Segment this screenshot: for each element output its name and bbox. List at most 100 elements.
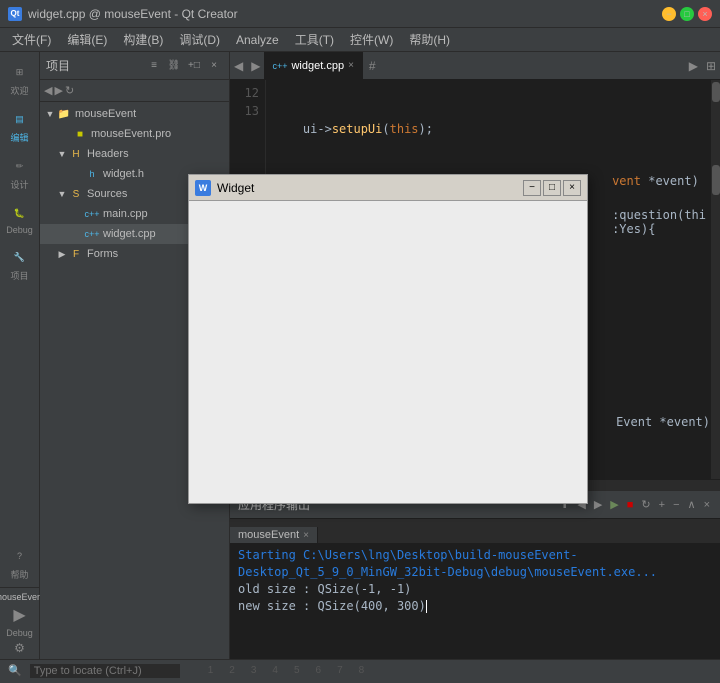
menu-build[interactable]: 构建(B) [115, 29, 171, 50]
menu-debug[interactable]: 调试(D) [171, 29, 228, 50]
menu-analyze[interactable]: Analyze [228, 31, 287, 49]
sidebar-projects[interactable]: 🔧 项目 [2, 241, 38, 288]
sync-btn[interactable]: ↻ [65, 84, 74, 97]
edit-label: 编辑 [10, 131, 28, 144]
widget-close[interactable]: × [563, 180, 581, 196]
menu-tools[interactable]: 工具(T) [287, 29, 342, 50]
pro-icon: ■ [72, 128, 88, 140]
arrow-icon: ▶ [56, 249, 68, 260]
output-text-2: old size : QSize(-1, -1) [238, 582, 411, 596]
code-question-line: :question(thi [612, 208, 706, 222]
col-1: 1 [208, 665, 214, 676]
code-yes-line: :Yes){ [612, 222, 706, 236]
sidebar-design[interactable]: ✏ 设计 [2, 150, 38, 197]
output-stop[interactable]: ■ [625, 499, 636, 511]
tab-nav-right[interactable]: ▶ [247, 52, 264, 79]
output-tab-label: mouseEvent [238, 529, 299, 541]
close-button[interactable]: × [698, 7, 712, 21]
tab-widget-cpp[interactable]: c++ widget.cpp × [264, 52, 362, 79]
tree-item-pro[interactable]: ■ mouseEvent.pro [40, 124, 229, 144]
floating-widget-window: W Widget − □ × [188, 174, 588, 504]
output-btn3[interactable]: ▶ [592, 498, 604, 511]
widget-icon: W [195, 180, 211, 196]
code-event-line1: vent *event) [612, 174, 706, 188]
output-minus[interactable]: − [671, 499, 681, 511]
code-line-12: ui->setupUi(this); [274, 120, 702, 138]
maximize-button[interactable]: □ [680, 7, 694, 21]
projects-label: 项目 [10, 269, 28, 282]
output-tab-close[interactable]: × [303, 530, 309, 541]
widget-maximize[interactable]: □ [543, 180, 561, 196]
output-line-1: Starting C:\Users\lng\Desktop\build-mous… [238, 547, 712, 581]
mouse-event-label: mouseEvent [0, 592, 45, 602]
menu-help[interactable]: 帮助(H) [401, 29, 458, 50]
spacer [612, 188, 706, 208]
status-search-icon: 🔍 [8, 664, 22, 677]
col-8: 8 [359, 665, 365, 676]
design-label: 设计 [10, 178, 28, 191]
sidebar-edit[interactable]: ▤ 编辑 [2, 103, 38, 150]
add-button[interactable]: +□ [185, 57, 203, 75]
project-header: 项目 ≡ ⛓ +□ × [40, 52, 229, 80]
edit-icon: ▤ [10, 109, 30, 129]
minimize-button[interactable]: − [662, 7, 676, 21]
close-tab-button[interactable]: × [348, 60, 354, 71]
tab-menu[interactable]: ▶ [685, 52, 702, 79]
output-play[interactable]: ▶ [608, 498, 620, 511]
folder-icon: F [68, 248, 84, 260]
output-plus[interactable]: + [657, 499, 667, 511]
tab-nav-left[interactable]: ◀ [230, 52, 247, 79]
menu-bar: 文件(F) 编辑(E) 构建(B) 调试(D) Analyze 工具(T) 控件… [0, 28, 720, 52]
folder-icon: 📁 [56, 108, 72, 120]
tree-label: widget.h [103, 168, 144, 180]
editor-scrollbar[interactable] [710, 80, 720, 160]
widget-controls: − □ × [523, 180, 581, 196]
project-title: 项目 [46, 57, 145, 74]
nav-back[interactable]: ◀ [44, 84, 52, 97]
split-button[interactable]: ⊞ [702, 52, 720, 79]
nav-fwd[interactable]: ▶ [54, 84, 62, 97]
float-titlebar: W Widget − □ × [189, 175, 587, 201]
output-tabs: mouseEvent × [230, 519, 720, 543]
locate-input[interactable] [30, 664, 180, 678]
tab-icon: c++ [272, 61, 287, 71]
sidebar-debug[interactable]: 🐛 Debug [2, 197, 38, 241]
filter-button[interactable]: ≡ [145, 57, 163, 75]
sidebar-help[interactable]: ? 帮助 [2, 540, 38, 587]
menu-edit[interactable]: 编辑(E) [59, 29, 115, 50]
extra-icon[interactable]: ⚙ [14, 641, 25, 655]
close-panel-button[interactable]: × [205, 57, 223, 75]
help-icon: ? [10, 546, 30, 566]
tab-label: widget.cpp [291, 60, 344, 72]
sidebar-welcome[interactable]: ⊞ 欢迎 [2, 56, 38, 103]
tree-label: mouseEvent [75, 108, 136, 120]
code-content-upper[interactable]: ui->setupUi(this); } [266, 80, 710, 160]
debug-label: Debug [6, 225, 33, 235]
widget-minimize[interactable]: − [523, 180, 541, 196]
editor-right-scrollbar[interactable] [710, 160, 720, 479]
h-icon: h [84, 168, 100, 180]
cpp-icon: c++ [84, 228, 100, 240]
line-numbers: 12 13 [230, 80, 266, 160]
debug-bottom-label: Debug [6, 628, 33, 638]
widget-title: Widget [217, 181, 523, 195]
link-button[interactable]: ⛓ [165, 57, 183, 75]
output-collapse[interactable]: ∧ [686, 498, 698, 511]
menu-controls[interactable]: 控件(W) [342, 29, 401, 50]
menu-file[interactable]: 文件(F) [4, 29, 59, 50]
line-num-12: 12 [230, 84, 259, 102]
tree-item-headers[interactable]: ▼ H Headers [40, 144, 229, 164]
sidebar-icons: ⊞ 欢迎 ▤ 编辑 ✏ 设计 🐛 Debug 🔧 项目 ? 帮助 mouseEv… [0, 52, 40, 659]
tree-label: main.cpp [103, 208, 148, 220]
col-6: 6 [316, 665, 322, 676]
tree-item-mouseEvent[interactable]: ▼ 📁 mouseEvent [40, 104, 229, 124]
welcome-icon: ⊞ [10, 62, 30, 82]
output-reload[interactable]: ↻ [639, 498, 652, 511]
output-close[interactable]: × [702, 499, 712, 511]
output-tab-mouseevent[interactable]: mouseEvent × [230, 527, 318, 543]
arrow-icon: ▼ [56, 189, 68, 199]
hash-indicator: # [363, 59, 382, 73]
window-controls: − □ × [662, 7, 712, 21]
output-panel: 应用程序输出 ⬆ ◀ ▶ ▶ ■ ↻ + − ∧ × mouseEvent × [230, 489, 720, 659]
debug-run-button[interactable]: ▶ [13, 605, 25, 625]
